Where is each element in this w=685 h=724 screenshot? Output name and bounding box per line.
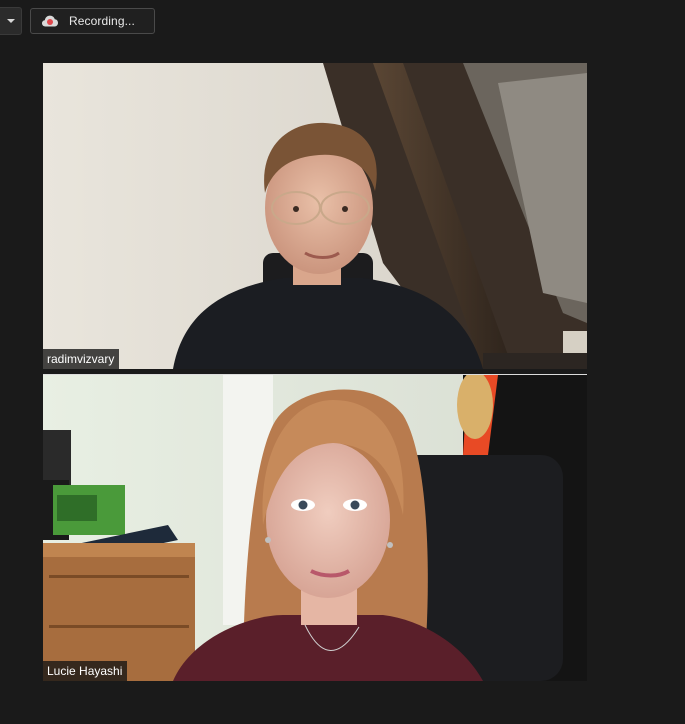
video-tile-participant-1[interactable]: radimvizvary — [43, 63, 587, 369]
video-tile-participant-2[interactable]: Lucie Hayashi — [43, 374, 587, 681]
participant-name-tag: Lucie Hayashi — [43, 661, 128, 681]
chevron-down-icon — [6, 19, 15, 23]
participant-name-tag: radimvizvary — [43, 349, 120, 369]
cloud-recording-icon — [42, 15, 58, 27]
recording-status-button[interactable]: Recording... — [30, 8, 155, 34]
participant-video-feed — [43, 63, 587, 369]
participant-video-feed — [43, 375, 587, 681]
view-options-dropdown[interactable] — [0, 7, 22, 35]
meeting-window: Recording... radimvizvary Lucie Hayashi — [0, 0, 685, 724]
recording-label: Recording... — [69, 14, 135, 28]
